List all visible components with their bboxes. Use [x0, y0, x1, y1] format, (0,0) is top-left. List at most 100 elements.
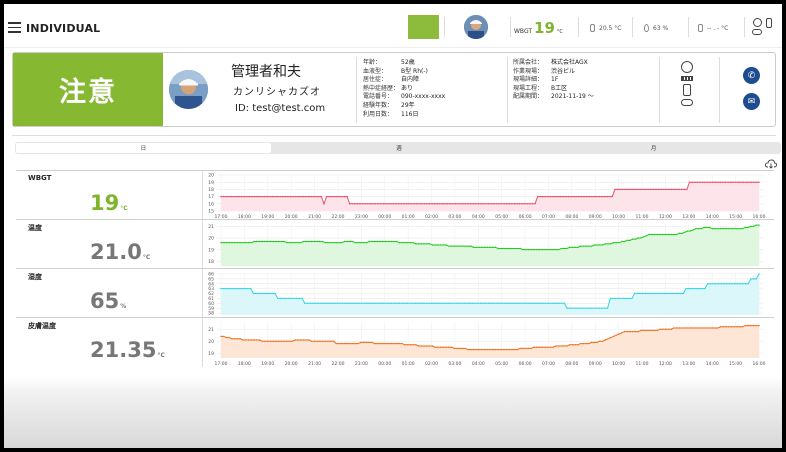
data-point [623, 330, 626, 333]
avatar[interactable] [464, 15, 488, 39]
data-point [699, 181, 701, 183]
data-point [554, 195, 557, 198]
data-point [517, 302, 520, 304]
data-point [539, 195, 541, 198]
data-point [678, 188, 680, 191]
data-point [406, 344, 409, 346]
data-point [395, 240, 398, 243]
menu-icon[interactable] [8, 22, 21, 33]
data-point [332, 241, 335, 244]
data-point [692, 229, 694, 231]
data-point [426, 243, 428, 245]
data-point [590, 245, 593, 247]
data-point [496, 302, 498, 304]
data-point [533, 248, 535, 251]
data-point [255, 292, 257, 295]
header-wbgt-unit: °C [556, 29, 563, 35]
data-point [426, 345, 428, 347]
data-point [492, 348, 494, 351]
data-point [500, 247, 502, 250]
data-point [246, 195, 248, 198]
data-point [302, 195, 305, 198]
download-icon[interactable] [765, 159, 777, 169]
data-point [245, 241, 247, 244]
data-point [446, 203, 449, 205]
x-tick-label: 14:00 [706, 361, 719, 367]
x-tick-label: 20:00 [285, 361, 298, 367]
data-point [673, 233, 675, 236]
data-point [684, 231, 686, 233]
data-point [714, 327, 716, 329]
data-point [225, 287, 228, 290]
data-point [258, 292, 260, 295]
tab-day[interactable]: 日 [16, 143, 271, 153]
data-point [631, 297, 633, 300]
data-point [513, 203, 516, 205]
data-point [409, 241, 412, 244]
data-point [688, 181, 691, 183]
data-point [719, 227, 722, 230]
data-point [544, 248, 546, 251]
data-point [456, 347, 458, 350]
data-point [675, 188, 678, 191]
data-point [319, 240, 321, 243]
data-point [498, 302, 501, 304]
data-point [536, 302, 539, 304]
data-point [497, 247, 499, 250]
tab-month[interactable]: 月 [526, 142, 781, 154]
data-point [420, 243, 423, 245]
worker-id: ID: test@test.com [235, 103, 326, 114]
data-point [501, 302, 503, 304]
data-point [643, 329, 645, 332]
divider [444, 17, 445, 37]
mail-button[interactable]: ✉ [743, 93, 760, 110]
data-point [294, 241, 296, 244]
data-point [266, 292, 268, 295]
data-point [321, 340, 324, 342]
chart-svg: 18 19 20 21 [208, 224, 763, 266]
data-point [448, 245, 450, 247]
data-point [439, 346, 442, 348]
data-point [231, 287, 233, 290]
x-tick-label: 15:00 [729, 361, 742, 367]
call-button[interactable]: ✆ [743, 67, 760, 84]
worker-kana: カンリシャカズオ [233, 87, 321, 98]
data-point [305, 240, 307, 243]
data-point [406, 241, 409, 244]
data-point [343, 195, 346, 198]
data-point [304, 302, 306, 304]
worker-name: 管理者和夫 [231, 64, 301, 80]
page-title: INDIVIDUAL [26, 22, 101, 35]
data-point [528, 302, 530, 304]
data-point [463, 302, 466, 304]
y-tick-label: 17 [208, 194, 214, 200]
top-bar: INDIVIDUAL WBGT 19 °C 20.5 °C 63 % -- . … [4, 4, 782, 48]
data-point [735, 181, 737, 183]
data-point [470, 245, 472, 247]
metric-number: 21.35 [90, 338, 157, 362]
data-point [645, 188, 647, 191]
data-point [223, 335, 225, 338]
data-point [647, 292, 649, 295]
data-point [470, 348, 472, 351]
data-point [277, 297, 279, 300]
data-point [621, 188, 624, 191]
data-point [500, 203, 503, 205]
wbgt-chart: 15 16 17 18 19 20 17:00 18:00 19:00 20:00 21:00 22:… [202, 171, 774, 220]
data-point [442, 346, 445, 348]
x-tick-label: 09:00 [589, 361, 602, 367]
tab-week[interactable]: 週 [272, 142, 527, 154]
x-tick-label: 19:00 [261, 361, 274, 367]
data-point [609, 195, 611, 198]
data-point [258, 195, 261, 198]
x-tick-label: 23:00 [355, 361, 368, 367]
data-point [542, 302, 544, 304]
data-point [472, 246, 475, 249]
data-point [598, 307, 601, 309]
data-point [331, 302, 333, 304]
header-wbgt-label: WBGT [514, 28, 533, 35]
data-point [279, 297, 282, 300]
data-point [560, 247, 563, 250]
data-point [706, 181, 709, 183]
data-point [339, 302, 341, 304]
